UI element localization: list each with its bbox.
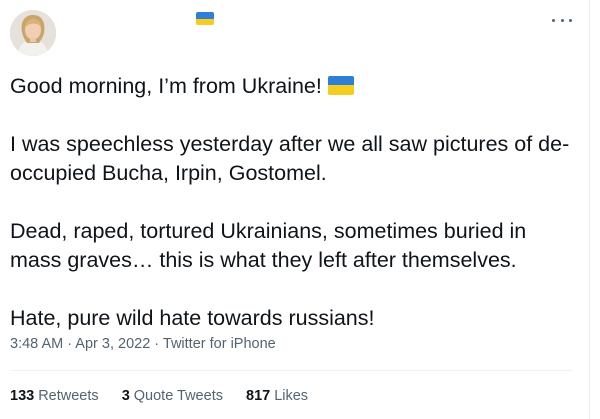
tweet-date[interactable]: Apr 3, 2022 [75, 336, 150, 352]
likes-label: Likes [274, 388, 309, 404]
more-options-button[interactable] [552, 12, 572, 28]
tweet-paragraph: Dead, raped, tortured Ukrainians, someti… [10, 219, 527, 272]
more-dot-icon [569, 18, 572, 22]
quote-tweets-count: 3 [121, 388, 130, 404]
avatar[interactable] [10, 10, 56, 56]
tweet-stats: 133 Retweets 3 Quote Tweets 817 Likes [10, 388, 327, 404]
tweet-card: Good morning, I’m from Ukraine! I was sp… [0, 0, 590, 419]
more-dot-icon [560, 18, 564, 22]
retweets-count: 133 [10, 388, 35, 404]
ukraine-flag-icon [327, 75, 354, 95]
retweets-label: Retweets [38, 388, 99, 404]
tweet-time[interactable]: 3:48 AM [10, 336, 63, 352]
tweet-intro-text: Good morning, I’m from Ukraine! [10, 74, 322, 98]
ukraine-flag-icon [196, 12, 214, 25]
quote-tweets-label: Quote Tweets [133, 388, 223, 404]
tweet-paragraph: I was speechless yesterday after we all … [10, 132, 570, 185]
more-dot-icon [552, 18, 555, 22]
avatar-image [10, 10, 56, 56]
likes-count: 817 [246, 388, 271, 404]
tweet-meta: 3:48 AM · Apr 3, 2022 · Twitter for iPho… [10, 336, 276, 352]
divider [10, 370, 572, 371]
likes-link[interactable]: 817 Likes [246, 388, 308, 404]
meta-separator: · [150, 336, 163, 352]
quote-tweets-link[interactable]: 3 Quote Tweets [122, 388, 223, 404]
tweet-paragraph: Hate, pure wild hate towards russians! [10, 306, 375, 330]
retweets-link[interactable]: 133 Retweets [10, 388, 99, 404]
tweet-paragraph-intro: Good morning, I’m from Ukraine! [10, 72, 575, 101]
tweet-source[interactable]: Twitter for iPhone [163, 336, 276, 352]
tweet-text: Good morning, I’m from Ukraine! I was sp… [10, 72, 575, 333]
meta-separator: · [63, 336, 76, 352]
